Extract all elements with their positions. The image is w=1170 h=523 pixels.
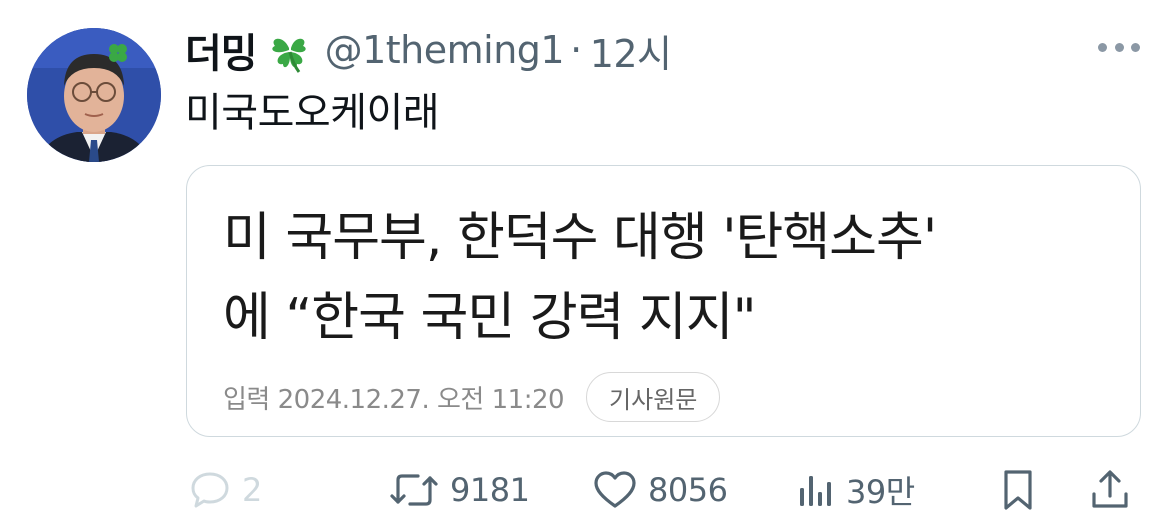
share-icon xyxy=(1092,470,1128,508)
bookmark-icon xyxy=(1004,470,1032,510)
retweet-button[interactable]: 9181 xyxy=(388,462,530,518)
retweet-icon xyxy=(390,474,438,506)
views-button[interactable]: 39만 xyxy=(796,462,915,518)
tweet-text: 미국도오케이래 xyxy=(185,90,440,136)
avatar-photo xyxy=(27,28,161,162)
retweet-count: 9181 xyxy=(450,471,530,509)
reply-count: 2 xyxy=(242,471,262,509)
bookmark-button[interactable] xyxy=(998,462,1038,518)
action-bar: 2 9181 8056 39만 xyxy=(0,462,1170,518)
like-count: 8056 xyxy=(648,471,728,509)
reply-icon xyxy=(191,472,229,508)
user-handle[interactable]: @1theming1 xyxy=(325,28,565,72)
original-article-button[interactable]: 기사원문 xyxy=(586,372,721,422)
views-bar-chart-icon xyxy=(800,476,831,506)
tweet-time[interactable]: 12시 xyxy=(590,23,672,78)
like-button[interactable]: 8056 xyxy=(592,462,728,518)
heart-icon xyxy=(594,471,636,508)
article-headline: 미 국무부, 한덕수 대행 '탄핵소추' 에 “한국 국민 강력 지지" xyxy=(223,198,937,358)
display-name[interactable]: 더밍 xyxy=(185,21,258,79)
tweet-header: 더밍 @1theming1 · 12시 xyxy=(185,22,672,78)
attached-article-card[interactable]: 미 국무부, 한덕수 대행 '탄핵소추' 에 “한국 국민 강력 지지" 입력 … xyxy=(186,165,1141,437)
article-date: 입력 2024.12.27. 오전 11:20 xyxy=(223,384,565,415)
share-button[interactable] xyxy=(1088,462,1132,518)
avatar[interactable] xyxy=(27,28,161,162)
headline-line-1: 미 국무부, 한덕수 대행 '탄핵소추' xyxy=(223,208,937,268)
separator-dot: · xyxy=(570,28,582,72)
reply-button[interactable]: 2 xyxy=(188,462,262,518)
headline-line-2: 에 “한국 국민 강력 지지" xyxy=(223,288,757,348)
more-options-icon[interactable] xyxy=(1098,40,1140,54)
article-meta: 입력 2024.12.27. 오전 11:20 기사원문 xyxy=(223,371,721,423)
clover-icon xyxy=(265,26,313,74)
views-count: 39만 xyxy=(846,473,915,511)
